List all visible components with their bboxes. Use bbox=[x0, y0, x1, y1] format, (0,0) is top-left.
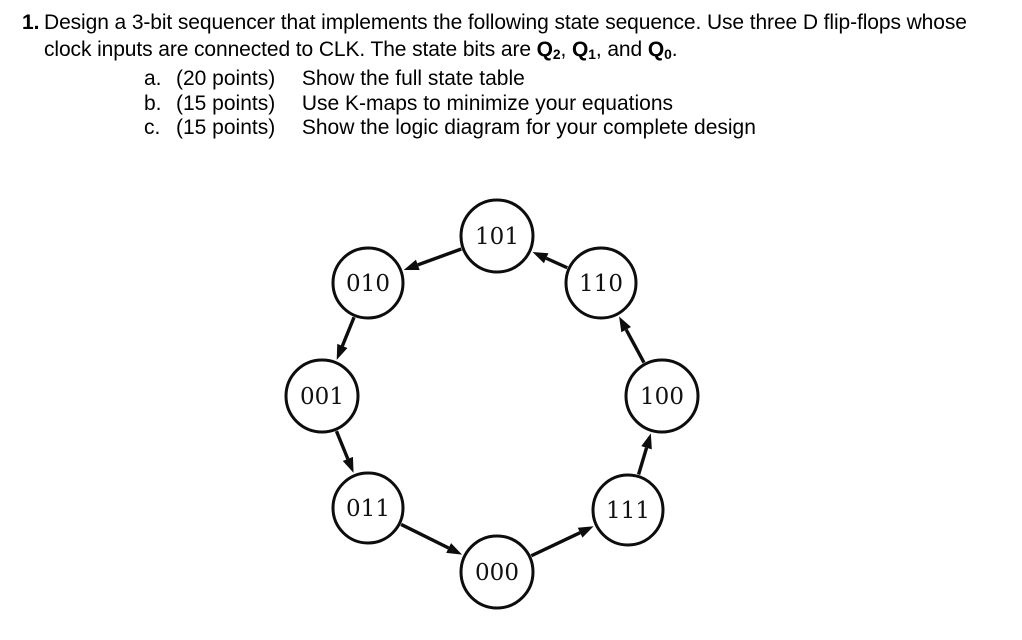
transition-arrowhead-010-to-001 bbox=[336, 343, 348, 360]
state-node-101[interactable]: 101 bbox=[459, 198, 535, 274]
state-node-110[interactable]: 110 bbox=[564, 246, 638, 320]
state-bit-q1: Q1 bbox=[572, 38, 596, 63]
subpart-b-points: (15 points) bbox=[176, 91, 276, 115]
state-node-label-111: 111 bbox=[606, 498, 650, 524]
state-node-011[interactable]: 011 bbox=[331, 471, 405, 545]
subpart-b-letter: b. bbox=[144, 91, 162, 115]
state-bit-q0: Q0 bbox=[647, 38, 672, 63]
state-node-111[interactable]: 111 bbox=[591, 473, 665, 547]
state-node-label-000: 000 bbox=[475, 560, 519, 586]
q1-subscript: 1 bbox=[588, 46, 596, 63]
q2-subscript: 2 bbox=[552, 46, 561, 63]
q1-base: Q bbox=[572, 38, 589, 61]
problem-subparts-list: a. (20 points) Show the full state table… bbox=[44, 67, 1002, 141]
subpart-a-description: Show the full state table bbox=[301, 67, 525, 90]
problem-statement: 1. Design a 3-bit sequencer that impleme… bbox=[0, 0, 1022, 141]
transition-edge-000-to-111 bbox=[530, 531, 581, 558]
subpart-c-letter: c. bbox=[144, 116, 161, 139]
problem-item-1: 1. Design a 3-bit sequencer that impleme… bbox=[0, 0, 1022, 141]
transition-edge-010-to-001 bbox=[340, 316, 356, 347]
state-node-label-001: 001 bbox=[300, 384, 344, 410]
statement-line-1: Design a 3-bit sequencer that implements… bbox=[44, 11, 798, 34]
transition-arrowhead-110-to-101 bbox=[532, 252, 549, 264]
statement-period: . bbox=[671, 38, 678, 61]
state-diagram-svg: 101 110 100 111 000 011 001 010 bbox=[284, 198, 700, 610]
transition-edge-101-to-010 bbox=[417, 247, 462, 267]
statement-separator-2: , and bbox=[595, 38, 643, 61]
q2-base: Q bbox=[536, 38, 553, 61]
statement-separator-1: , bbox=[560, 38, 572, 61]
transition-arrowhead-100-to-110 bbox=[619, 316, 632, 333]
subpart-c-points: (15 points) bbox=[176, 116, 276, 139]
state-node-100[interactable]: 100 bbox=[624, 358, 700, 434]
state-node-010[interactable]: 010 bbox=[331, 246, 405, 320]
transition-arrowhead-001-to-011 bbox=[342, 456, 354, 473]
state-node-label-110: 110 bbox=[579, 271, 623, 297]
state-nodes-layer: 101 110 100 111 000 011 001 010 bbox=[284, 198, 700, 610]
state-node-label-101: 101 bbox=[475, 224, 519, 250]
subpart-b: b. (15 points) Use K-maps to minimize yo… bbox=[144, 92, 1002, 117]
transition-edge-011-to-000 bbox=[400, 522, 450, 550]
subpart-c: c. (15 points) Show the logic diagram fo… bbox=[144, 116, 1002, 141]
subpart-a-letter: a. bbox=[144, 67, 162, 90]
problem-number: 1. bbox=[22, 11, 40, 34]
state-node-label-010: 010 bbox=[346, 271, 390, 297]
transition-edge-001-to-011 bbox=[334, 430, 350, 460]
state-node-label-100: 100 bbox=[640, 384, 684, 410]
state-node-000[interactable]: 000 bbox=[459, 534, 535, 610]
transition-edge-100-to-110 bbox=[624, 328, 646, 364]
transition-arrowhead-111-to-100 bbox=[641, 433, 652, 450]
q0-subscript: 0 bbox=[664, 46, 672, 63]
subpart-b-description: Use K-maps to minimize your equations bbox=[301, 91, 673, 115]
transition-edge-110-to-101 bbox=[545, 256, 568, 270]
transition-arrowhead-101-to-010 bbox=[403, 259, 420, 271]
transition-arrowhead-000-to-111 bbox=[577, 526, 594, 538]
subpart-a: a. (20 points) Show the full state table bbox=[144, 67, 1002, 92]
state-node-001[interactable]: 001 bbox=[284, 358, 360, 434]
transition-edge-111-to-100 bbox=[636, 447, 649, 476]
q0-base: Q bbox=[647, 38, 665, 61]
subpart-c-description: Show the logic diagram for your complete… bbox=[301, 116, 756, 139]
state-bit-q2: Q2 bbox=[536, 38, 561, 63]
problem-statement-text: Design a 3-bit sequencer that implements… bbox=[44, 9, 1002, 65]
state-node-label-011: 011 bbox=[346, 496, 390, 522]
subpart-a-points: (20 points) bbox=[176, 67, 276, 90]
state-transition-diagram: 101 110 100 111 000 011 001 010 bbox=[0, 186, 1022, 640]
transition-arrowhead-011-to-000 bbox=[446, 543, 463, 555]
